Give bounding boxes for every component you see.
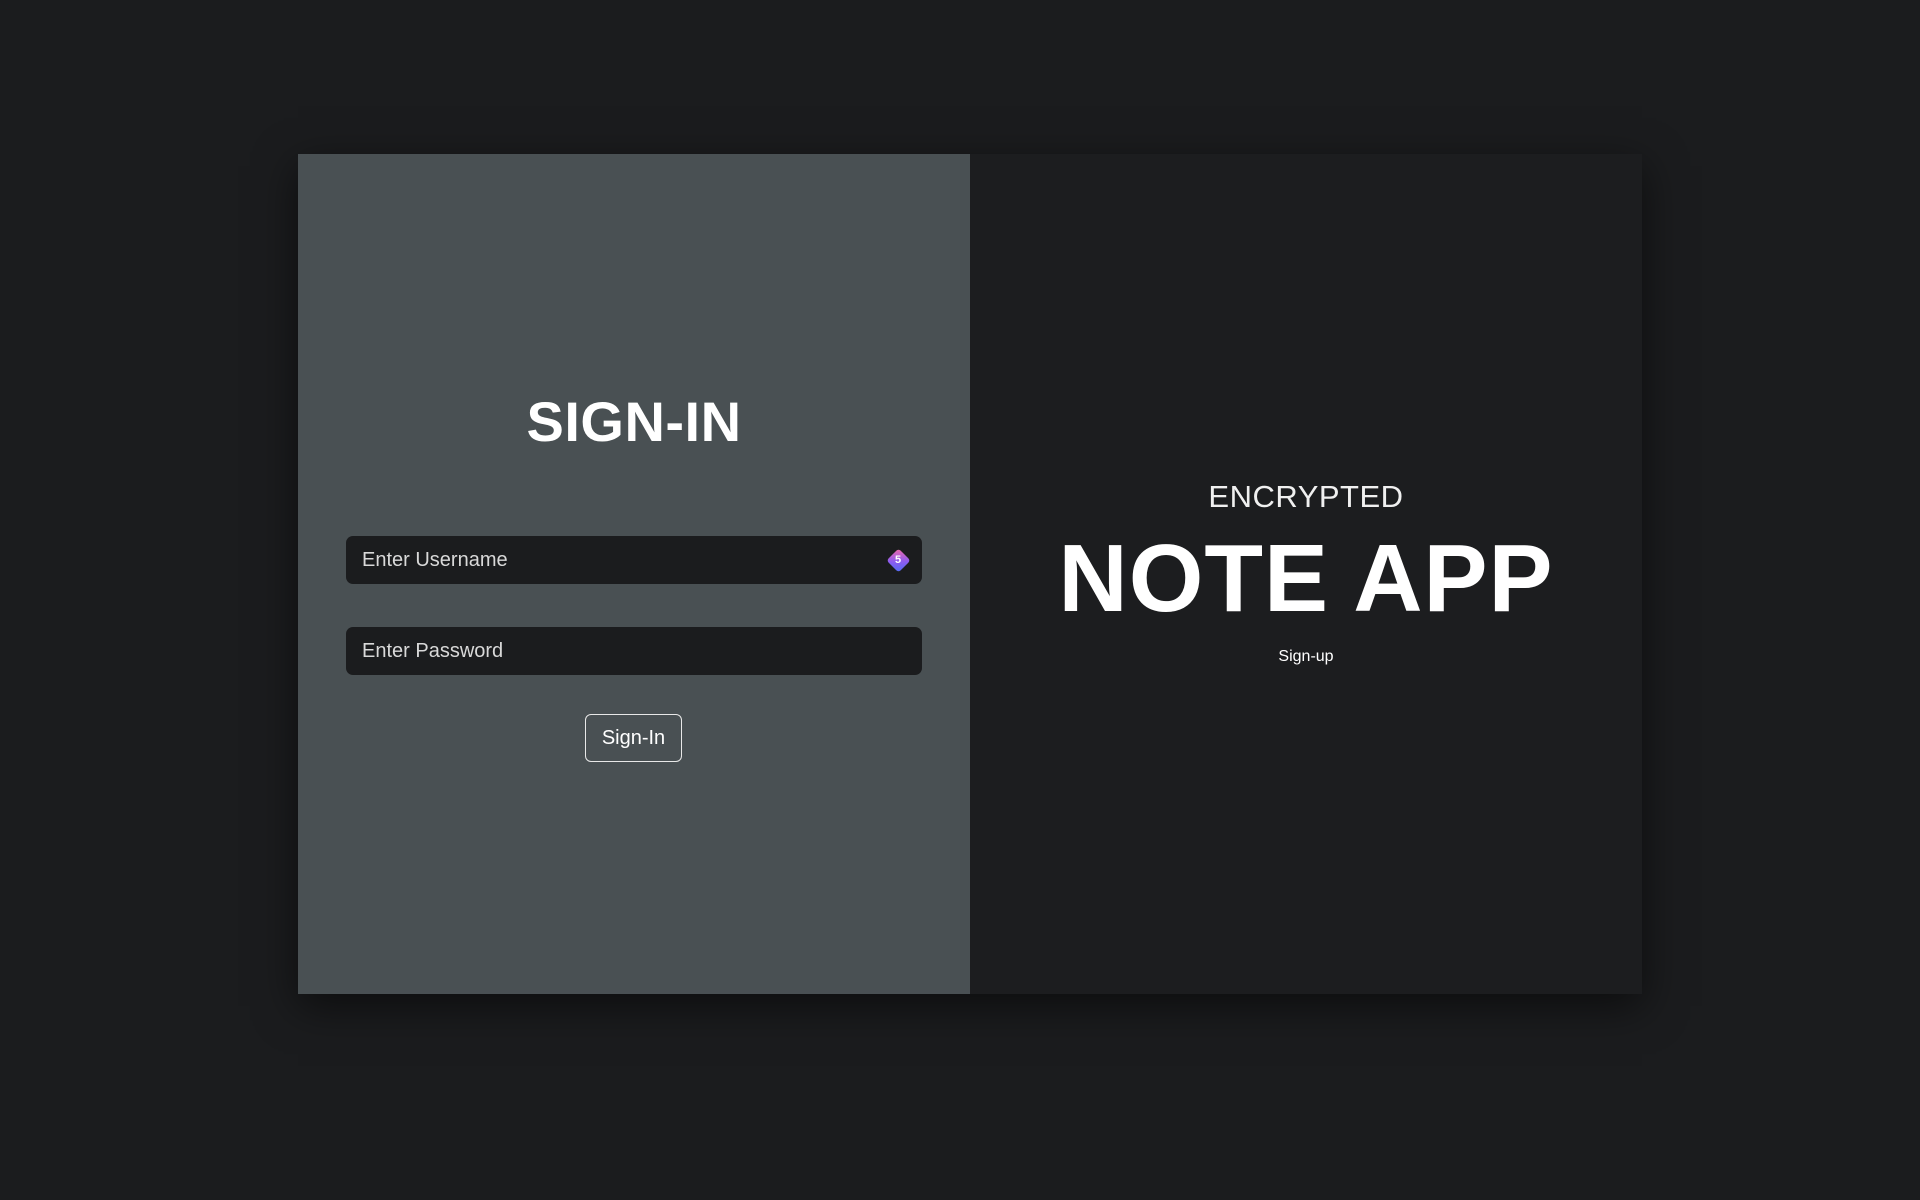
brand-subtitle: ENCRYPTED (1208, 479, 1404, 514)
password-manager-extension-icon[interactable]: 5 (885, 547, 911, 573)
login-card: SIGN-IN 5 Sign-In ENCRYPTED NOTE APP Sig… (298, 154, 1642, 994)
signin-button[interactable]: Sign-In (585, 714, 682, 762)
signup-link[interactable]: Sign-up (970, 646, 1642, 668)
username-field-wrapper: 5 (346, 536, 922, 584)
signin-panel: SIGN-IN 5 Sign-In (298, 154, 970, 994)
password-field-wrapper (346, 627, 922, 675)
app-title: NOTE APP (1058, 525, 1554, 632)
signin-title: SIGN-IN (526, 390, 742, 453)
username-input[interactable] (346, 536, 922, 584)
password-input[interactable] (346, 627, 922, 675)
extension-badge-count: 5 (894, 553, 902, 566)
brand-panel: ENCRYPTED NOTE APP Sign-up (970, 154, 1642, 994)
